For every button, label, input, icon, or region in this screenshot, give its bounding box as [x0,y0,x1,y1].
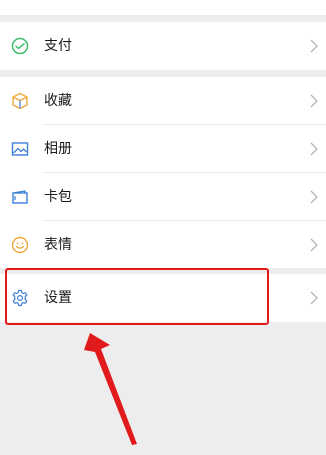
highlight-box [5,268,269,325]
menu-item-cards[interactable]: 卡包 [0,173,326,221]
card-wallet-icon [12,190,28,204]
chevron-right-icon [310,94,318,108]
menu-item-favorites-label: 收藏 [44,93,72,109]
menu-item-pay-label: 支付 [44,38,72,54]
menu-item-stickers[interactable]: 表情 [0,221,326,269]
chevron-right-icon [310,238,318,252]
menu-item-cards-label: 卡包 [44,189,72,205]
smiley-icon [11,236,29,254]
wechat-pay-icon [11,37,29,55]
chevron-right-icon [310,142,318,156]
chevron-right-icon [310,190,318,204]
section-main: 收藏 相册 卡包 表情 [0,77,326,268]
cube-icon [12,92,28,110]
menu-item-stickers-label: 表情 [44,237,72,253]
menu-item-favorites[interactable]: 收藏 [0,77,326,125]
chevron-right-icon [310,39,318,53]
menu-item-album[interactable]: 相册 [0,125,326,173]
chevron-right-icon [310,291,318,305]
section-pay: 支付 [0,22,326,70]
top-strip [0,0,326,15]
menu-item-pay[interactable]: 支付 [0,22,326,70]
menu-item-album-label: 相册 [44,141,72,157]
picture-icon [11,142,29,156]
